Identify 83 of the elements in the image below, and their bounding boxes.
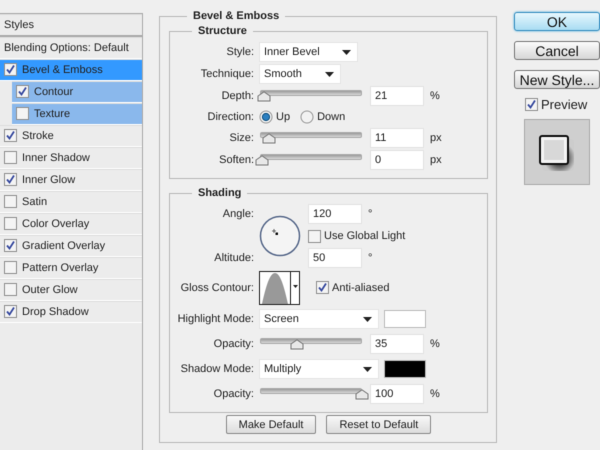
checkbox[interactable]: [4, 283, 17, 296]
style-item[interactable]: Satin: [0, 191, 142, 213]
style-item[interactable]: Inner Glow: [0, 169, 142, 191]
dropdown[interactable]: Screen: [259, 309, 379, 329]
checkbox[interactable]: [16, 107, 29, 120]
field-label: Style:: [225, 46, 254, 58]
section-title: Structure: [197, 25, 248, 37]
number-field[interactable]: 100: [370, 384, 424, 404]
checkbox[interactable]: [4, 217, 17, 230]
field-label: Shadow Mode:: [180, 363, 254, 375]
style-item[interactable]: Bevel & Emboss: [0, 59, 142, 81]
color-swatch[interactable]: [384, 360, 426, 378]
dropdown[interactable]: Inner Bevel: [259, 42, 358, 62]
checkbox-label: Anti-aliased: [332, 282, 390, 294]
dropdown[interactable]: Multiply: [259, 359, 379, 379]
unit-label: %: [430, 338, 440, 350]
checkbox[interactable]: [525, 98, 538, 111]
field-label: Highlight Mode:: [176, 313, 254, 325]
field-label: Angle:: [222, 208, 254, 220]
contour-picker[interactable]: [259, 270, 300, 304]
field-label: Opacity:: [212, 388, 254, 400]
section-title: Bevel & Emboss: [192, 10, 280, 22]
style-item[interactable]: Pattern Overlay: [0, 257, 142, 279]
style-item[interactable]: Contour: [12, 81, 142, 103]
number-field[interactable]: 120: [308, 204, 362, 224]
field-label: Size:: [228, 132, 254, 144]
checkbox[interactable]: [4, 239, 17, 252]
panel-header[interactable]: Styles: [0, 14, 142, 37]
checkbox[interactable]: [4, 129, 17, 142]
unit-label: px: [430, 132, 442, 144]
unit-label: px: [430, 154, 442, 166]
radio-label: Down: [317, 111, 346, 123]
color-swatch[interactable]: [384, 310, 426, 328]
style-item[interactable]: Inner Shadow: [0, 147, 142, 169]
caret-icon: [363, 316, 372, 322]
unit-label: %: [430, 388, 440, 400]
checkbox[interactable]: [4, 305, 17, 318]
checkbox[interactable]: [4, 195, 17, 208]
number-field[interactable]: 21: [370, 86, 424, 106]
number-field[interactable]: 11: [370, 128, 424, 148]
action-button[interactable]: Make Default: [226, 415, 316, 434]
style-item[interactable]: Gradient Overlay: [0, 235, 142, 257]
field-label: Altitude:: [213, 252, 254, 264]
style-item[interactable]: Texture: [12, 103, 142, 125]
field-label: Gloss Contour:: [180, 282, 254, 294]
checkbox[interactable]: [4, 151, 17, 164]
style-item[interactable]: Drop Shadow: [0, 301, 142, 323]
caret-icon: [363, 366, 372, 372]
checkbox-label: Use Global Light: [324, 230, 406, 242]
radio-button[interactable]: [300, 110, 314, 124]
dropdown[interactable]: Smooth: [259, 64, 341, 84]
number-field[interactable]: 50: [308, 248, 362, 268]
checkbox[interactable]: [308, 230, 321, 242]
caret-icon: [325, 72, 334, 76]
field-label: Direction:: [206, 111, 254, 123]
checkbox[interactable]: [4, 63, 17, 76]
unit-label: °: [368, 252, 372, 264]
preview-drawing: [524, 119, 590, 185]
caret-icon: [342, 50, 351, 54]
style-item[interactable]: Outer Glow: [0, 279, 142, 301]
unit-label: %: [430, 90, 440, 102]
angle-dial[interactable]: [259, 215, 301, 257]
field-label: Opacity:: [212, 338, 254, 350]
checkbox-label: Preview: [541, 97, 588, 112]
checkbox[interactable]: [316, 281, 329, 294]
checkbox[interactable]: [16, 85, 29, 98]
dialog-button[interactable]: New Style...: [514, 70, 600, 89]
radio-button[interactable]: [259, 110, 273, 124]
field-label: Depth:: [220, 90, 254, 102]
number-field[interactable]: 35: [370, 334, 424, 354]
style-item[interactable]: Stroke: [0, 125, 142, 147]
dialog-button[interactable]: Cancel: [514, 41, 600, 60]
action-button[interactable]: Reset to Default: [326, 415, 432, 434]
checkbox[interactable]: [4, 173, 17, 186]
field-label: Technique:: [200, 68, 254, 80]
dialog-button[interactable]: OK: [514, 12, 600, 31]
radio-label: Up: [276, 111, 290, 123]
style-item[interactable]: Color Overlay: [0, 213, 142, 235]
checkbox[interactable]: [4, 261, 17, 274]
number-field[interactable]: 0: [370, 150, 424, 170]
unit-label: °: [368, 208, 372, 220]
section-title: Shading: [197, 187, 242, 199]
field-label: Soften:: [218, 154, 254, 166]
